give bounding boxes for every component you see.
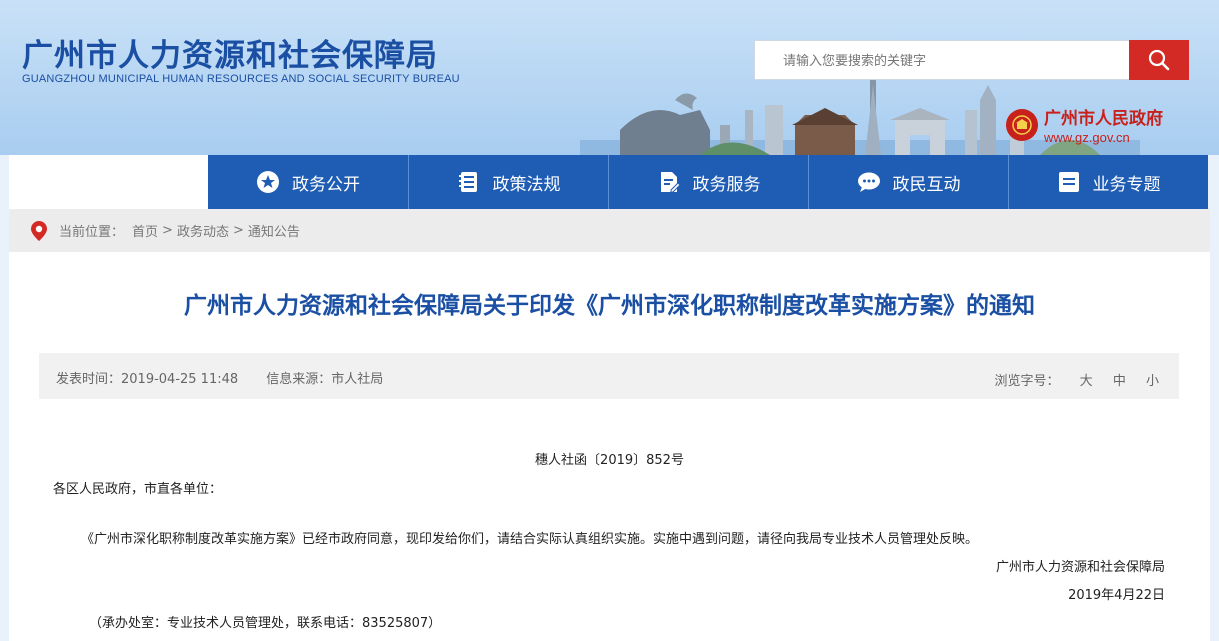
location-pin-icon [31, 220, 47, 241]
issue-date: 2019年4月22日 [1068, 588, 1165, 603]
document-list-icon [457, 170, 481, 194]
menu-list-icon [1057, 170, 1081, 194]
breadcrumb-home[interactable]: 首页 [132, 221, 158, 240]
search-input[interactable] [781, 41, 1115, 81]
nav-label: 政务公开 [292, 174, 360, 195]
site-header: 广州市人力资源和社会保障局 GUANGZHOU MUNICIPAL HUMAN … [0, 0, 1219, 155]
chat-bubble-icon [857, 170, 881, 194]
nav-item-interaction[interactable]: 政民互动 [808, 155, 1008, 209]
signature: 广州市人力资源和社会保障局 [995, 560, 1165, 575]
search-box [754, 40, 1130, 81]
gov-domain: www.gz.gov.cn [1044, 130, 1130, 145]
site-title-en: GUANGZHOU MUNICIPAL HUMAN RESOURCES AND … [22, 73, 460, 85]
gov-emblem-icon [1006, 108, 1038, 141]
nav-label: 业务专题 [1092, 174, 1161, 195]
article-body: 穗人社函〔2019〕852号 各区人民政府，市直各单位： 《广州市深化职称制度改… [9, 252, 1210, 641]
breadcrumb-notices[interactable]: 通知公告 [248, 221, 300, 240]
breadcrumb-gov-news[interactable]: 政务动态 [177, 221, 229, 240]
site-title[interactable]: 广州市人力资源和社会保障局 [22, 30, 438, 75]
nav-label: 政策法规 [492, 174, 561, 195]
nav-item-services[interactable]: 政务服务 [608, 155, 808, 209]
search-button[interactable] [1129, 40, 1189, 80]
breadcrumb-prefix: 当前位置： [59, 225, 125, 240]
main-nav: 政务公开 政策法规 政务服务 政民互动 业务专题 [9, 155, 1210, 209]
file-edit-icon [657, 170, 681, 194]
salutation: 各区人民政府，市直各单位： [53, 482, 223, 497]
article-container: 广州市人力资源和社会保障局关于印发《广州市深化职称制度改革实施方案》的通知 发表… [9, 252, 1210, 641]
body-paragraph: 《广州市深化职称制度改革实施方案》已经市政府同意，现印发给你们，请结合实际认真组… [81, 532, 979, 547]
nav-item-topics[interactable]: 业务专题 [1008, 155, 1208, 209]
gov-name: 广州市人民政府 [1044, 109, 1163, 129]
breadcrumb: 当前位置： 首页 > 政务动态 > 通知公告 [9, 209, 1210, 252]
contact-info: （承办处室：专业技术人员管理处，联系电话：83525807） [89, 616, 442, 631]
nav-label: 政民互动 [892, 174, 961, 195]
breadcrumb-separator: > [162, 223, 173, 238]
nav-item-policy[interactable]: 政策法规 [408, 155, 608, 209]
doc-number: 穗人社函〔2019〕852号 [535, 453, 684, 468]
star-icon [256, 170, 280, 194]
nav-item-gov-affairs[interactable]: 政务公开 [208, 155, 408, 209]
nav-label: 政务服务 [692, 174, 761, 195]
search-icon [1148, 49, 1170, 71]
breadcrumb-separator: > [232, 223, 244, 238]
gov-portal-link[interactable]: 广州市人民政府 www.gz.gov.cn [1006, 104, 1163, 145]
